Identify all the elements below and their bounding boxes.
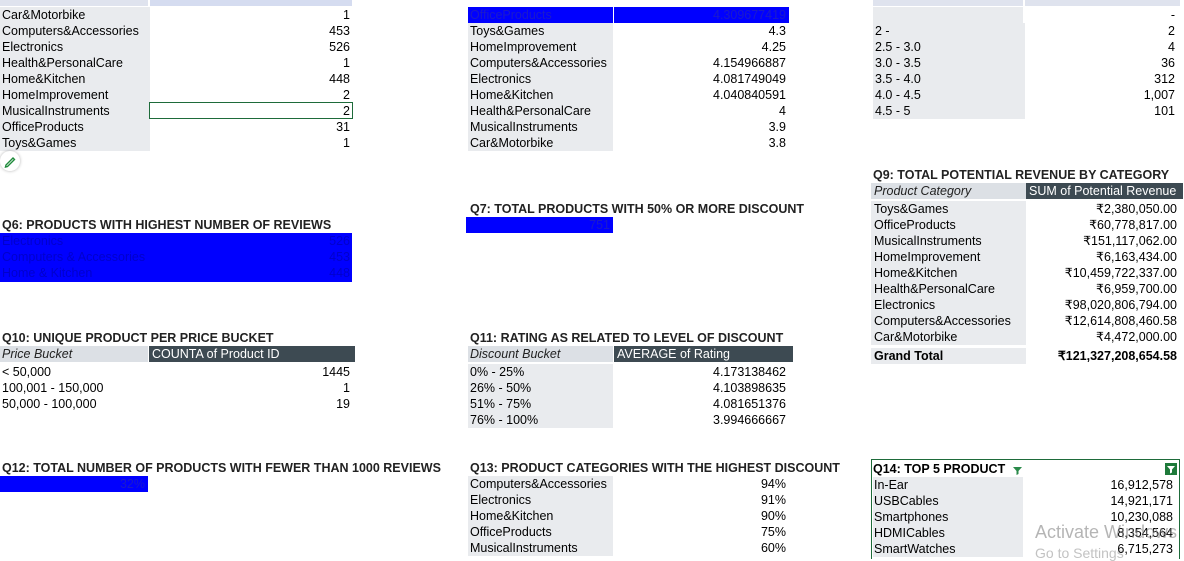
- q12-value[interactable]: 32%: [0, 476, 148, 492]
- selected-cell[interactable]: [149, 102, 353, 119]
- header-strip: [150, 0, 352, 6]
- table-row[interactable]: Electronics 526: [0, 233, 352, 249]
- q7-value[interactable]: 751: [466, 217, 613, 233]
- table-row[interactable]: SmartWatches 6,715,273: [872, 541, 1179, 557]
- edit-pencil-icon[interactable]: [0, 151, 20, 171]
- table-row[interactable]: Computers & Accessories 453: [0, 249, 352, 265]
- q14-filtered-table: Q14: TOP 5 PRODUCT In-Ear 16,912,578 USBC…: [871, 459, 1180, 559]
- q14-title: Q14: TOP 5 PRODUCT: [873, 462, 1006, 476]
- header-strip: [873, 0, 1023, 6]
- q12-title: Q12: TOTAL NUMBER OF PRODUCTS WITH FEWER…: [2, 461, 441, 475]
- q14-header-row: Q14: TOP 5 PRODUCT: [872, 461, 1179, 477]
- q6-title: Q6: PRODUCTS WITH HIGHEST NUMBER OF REVI…: [2, 218, 332, 232]
- header-strip: [0, 0, 148, 6]
- activate-windows-watermark: Activate Windows: [1035, 522, 1178, 542]
- table-row[interactable]: Home & Kitchen 448: [0, 265, 352, 281]
- q9-title: Q9: TOTAL POTENTIAL REVENUE BY CATEGORY: [873, 168, 1170, 182]
- q10-title: Q10: UNIQUE PRODUCT PER PRICE BUCKET: [2, 331, 274, 345]
- table-row[interactable]: In-Ear 16,912,578: [872, 477, 1179, 493]
- header-strip: [1025, 0, 1180, 6]
- q7-title: Q7: TOTAL PRODUCTS WITH 50% OR MORE DISC…: [470, 202, 805, 216]
- q11-title: Q11: RATING AS RELATED TO LEVEL OF DISCO…: [470, 331, 784, 345]
- filter-icon[interactable]: [1012, 464, 1023, 475]
- table-row[interactable]: USBCables 14,921,171: [872, 493, 1179, 509]
- filter-active-icon[interactable]: [1165, 463, 1177, 475]
- q13-title: Q13: PRODUCT CATEGORIES WITH THE HIGHEST…: [470, 461, 840, 475]
- q6-table: Electronics 526 Computers & Accessories 45…: [0, 233, 352, 282]
